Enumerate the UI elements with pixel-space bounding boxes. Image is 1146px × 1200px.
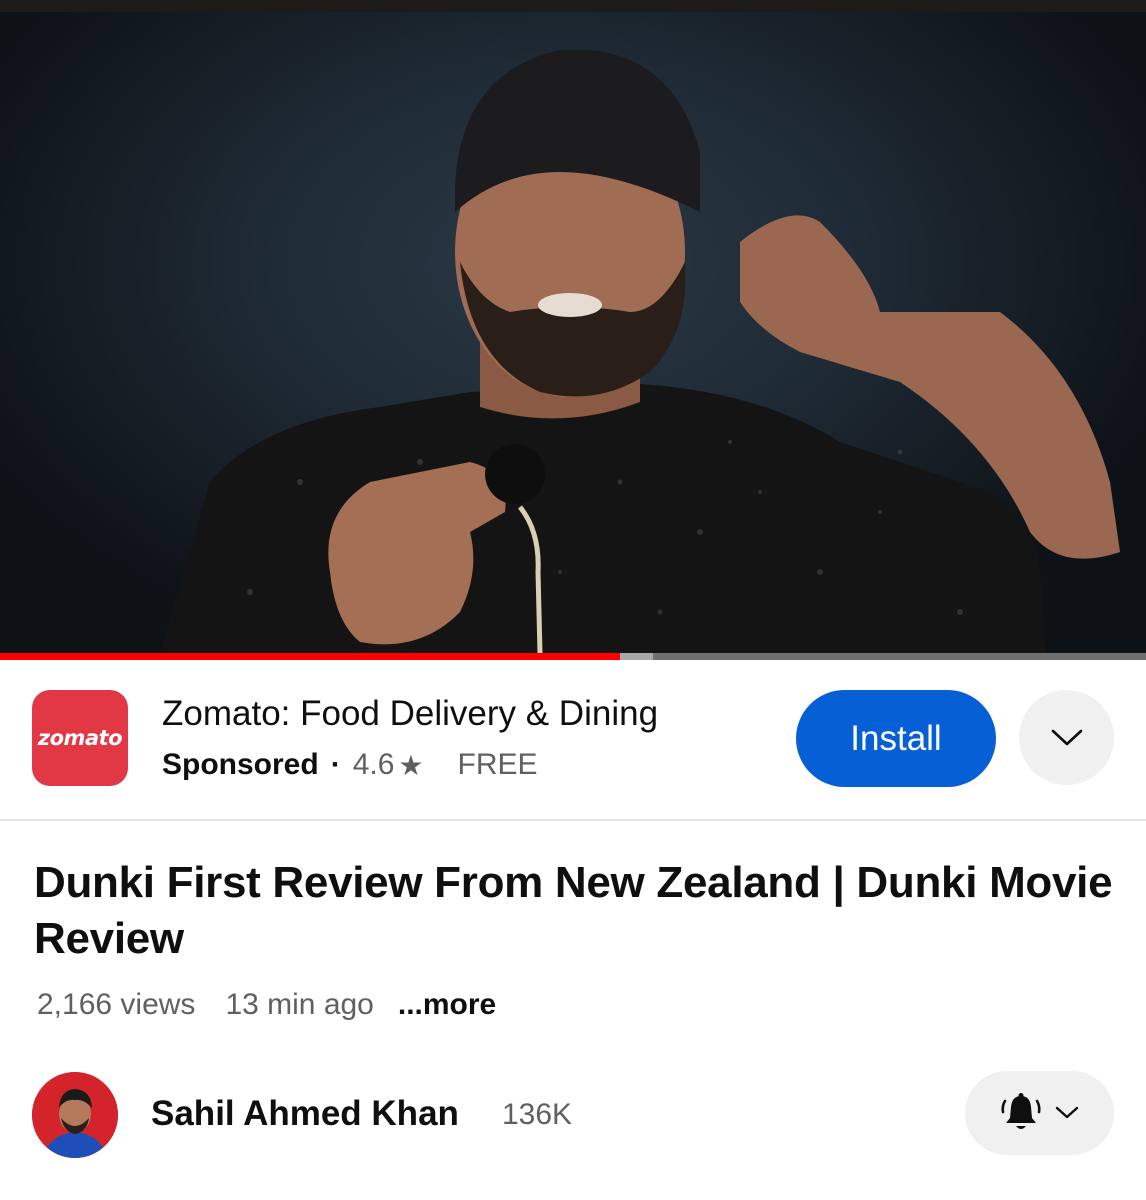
mouth-shape	[538, 293, 602, 317]
notifications-button[interactable]	[965, 1071, 1114, 1155]
meta-separator: ·	[330, 748, 341, 781]
chevron-down-icon	[1055, 1106, 1078, 1119]
video-player[interactable]	[0, 0, 1146, 660]
progress-played	[0, 653, 620, 660]
app-rating: 4.6	[352, 748, 395, 781]
app-logo-text: zomato	[37, 726, 123, 750]
sponsored-ad[interactable]: zomato Zomato: Food Delivery & Dining Sp…	[0, 660, 1146, 820]
chevron-down-icon	[1051, 729, 1082, 745]
microphone-shape	[485, 444, 545, 504]
avatar-illustration	[32, 1072, 118, 1158]
zomato-app-icon[interactable]: zomato	[32, 690, 128, 786]
channel-avatar[interactable]	[32, 1072, 118, 1158]
video-frame[interactable]	[0, 12, 1146, 653]
player-top-bar	[0, 0, 1146, 12]
more-link[interactable]: ...more	[398, 988, 496, 1022]
video-meta[interactable]: 2,166 views 13 min ago ...more	[37, 988, 496, 1022]
star-icon: ★	[398, 749, 424, 781]
video-frame-illustration	[160, 49, 1120, 653]
progress-bar[interactable]	[0, 653, 1146, 660]
section-divider	[0, 819, 1146, 821]
view-count: 2,166 views	[37, 988, 196, 1021]
app-price: FREE	[457, 748, 538, 781]
video-title[interactable]: Dunki First Review From New Zealand | Du…	[34, 855, 1124, 967]
ad-meta: Sponsored · 4.6 ★ FREE	[162, 748, 538, 782]
subscriber-count: 136K	[502, 1098, 573, 1131]
ad-expand-button[interactable]	[1019, 690, 1114, 785]
sponsored-label: Sponsored	[162, 748, 319, 781]
upload-age: 13 min ago	[225, 988, 374, 1021]
ad-app-name[interactable]: Zomato: Food Delivery & Dining	[162, 694, 658, 734]
shirt-shape	[160, 384, 1046, 653]
bell-icon	[1000, 1093, 1041, 1129]
install-button[interactable]: Install	[796, 690, 996, 787]
channel-name[interactable]: Sahil Ahmed Khan	[151, 1094, 459, 1134]
